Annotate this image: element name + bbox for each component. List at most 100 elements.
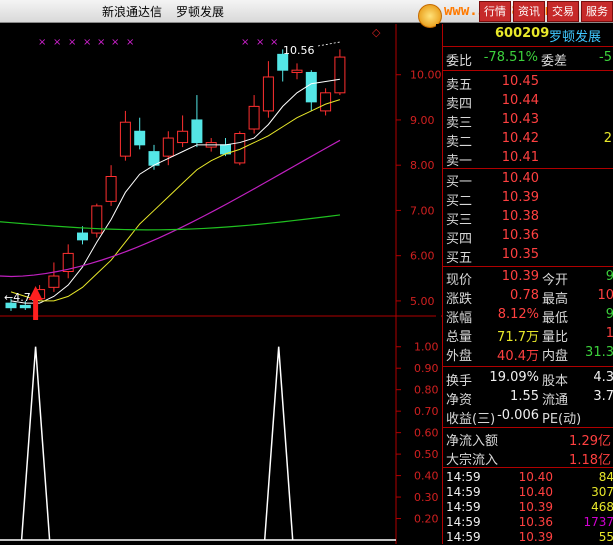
indicator-tick-label: 0.50: [414, 448, 439, 461]
stat-label: 量比: [542, 330, 569, 345]
ask-label: 卖二: [446, 135, 473, 150]
signal-x-marker: ×: [126, 37, 134, 48]
tick-row: 14:59 10.40 84: [443, 470, 613, 485]
service-button[interactable]: 服务: [581, 1, 613, 22]
stat-value: 1: [605, 326, 613, 341]
bid-label: 买二: [446, 194, 473, 209]
tick-price: 10.39: [518, 500, 553, 514]
finance-row: 收益(三) -0.006 PE(动): [443, 408, 613, 427]
stat-label: 涨跌: [446, 292, 473, 307]
candle-up: [291, 69, 303, 73]
stat-value: 9: [605, 269, 613, 284]
finance-label: 流通: [542, 393, 569, 408]
ask-label: 卖三: [446, 116, 473, 131]
ask-row: 卖五 10.45: [443, 74, 613, 93]
stock-name: 罗顿发展: [549, 30, 602, 45]
stat-value: 0.78: [510, 288, 539, 303]
flow-label: 大宗流入: [446, 453, 499, 468]
candle-up: [248, 105, 260, 130]
tick-time: 14:59: [446, 500, 481, 514]
stat-label: 内盘: [542, 349, 569, 364]
flow-row: 净流入额 1.29亿: [443, 430, 613, 449]
stat-value: 10.39: [501, 269, 539, 284]
bid-row: 买五 10.35: [443, 247, 613, 266]
price-tick-label: 7.00: [410, 204, 435, 217]
ma-slow-line: [0, 139, 341, 278]
finance-row: 换手 19.09% 股本 4.3: [443, 370, 613, 389]
signal-x-marker: ×: [53, 37, 61, 48]
tick-row: 14:59 10.40 307: [443, 485, 613, 500]
indicator-tick-label: 0.80: [414, 384, 439, 397]
ask-price: 10.45: [501, 74, 539, 89]
stat-row: 涨跌 0.78 最高 10: [443, 288, 613, 307]
signal-x-marker: ×: [241, 37, 249, 48]
indicator-tick-label: 1.00: [414, 341, 439, 354]
tick-volume: 1737: [583, 515, 613, 529]
signal-x-marker: ×: [97, 37, 105, 48]
candle-down: [191, 119, 203, 144]
ma-long-line: [0, 214, 341, 231]
signal-x-marker: ×: [256, 37, 264, 48]
bid-price: 10.40: [501, 171, 539, 186]
bid-label: 买五: [446, 251, 473, 266]
ask-row: 卖一 10.41: [443, 150, 613, 169]
tick-volume: 307: [591, 485, 613, 499]
flow-row: 大宗流入 1.18亿: [443, 449, 613, 468]
candle-up: [162, 137, 174, 157]
stat-value: 40.4万: [497, 349, 539, 364]
finance-value: 3.7: [593, 389, 613, 404]
stat-row: 外盘 40.4万 内盘 31.3: [443, 345, 613, 364]
tick-row: 14:59 10.36 1737: [443, 515, 613, 530]
stat-row: 现价 10.39 今开 9: [443, 269, 613, 288]
diamond-marker: ◇: [372, 26, 381, 39]
bid-row: 买一 10.40: [443, 171, 613, 190]
candle-up: [320, 92, 332, 112]
ask-price: 10.42: [501, 131, 539, 146]
kline-chart[interactable]: 10.00 9.00 8.00 7.00 6.00 5.00 1.00 0.90 0.80 0.7…: [0, 24, 442, 544]
price-tick-label: 9.00: [410, 114, 435, 127]
quote-panel: 600209 罗顿发展 委比 -78.51% 委差 -5 卖五 10.45 卖四 10…: [442, 24, 613, 544]
finance-value: 19.09%: [489, 370, 539, 385]
stock-title: 罗顿发展: [176, 5, 225, 19]
stat-label: 最低: [542, 311, 569, 326]
stat-label: 现价: [446, 273, 473, 288]
indicator-tick-label: 0.90: [414, 362, 439, 375]
indicator-tick-label: 0.20: [414, 513, 439, 526]
quotes-button[interactable]: 行情: [479, 1, 511, 22]
signal-spike: [20, 346, 51, 541]
finance-label: 股本: [542, 374, 569, 389]
tick-price: 10.36: [518, 515, 553, 529]
ask-volume: 2: [603, 131, 612, 146]
indicator-tick-label: 0.40: [414, 470, 439, 483]
stat-label: 最高: [542, 292, 569, 307]
finance-label: PE(动): [542, 412, 582, 427]
title-bar: 新浪通达信 罗顿发展 www.55188.com 行情 资讯 交易 服务: [0, 0, 613, 28]
panel-gap: [436, 24, 441, 544]
signal-x-marker: ×: [68, 37, 76, 48]
bid-label: 买一: [446, 175, 473, 190]
bid-label: 买三: [446, 213, 473, 228]
tick-price: 10.40: [518, 485, 553, 499]
price-tick-label: 5.00: [410, 295, 435, 308]
stat-label: 今开: [542, 273, 569, 288]
app-title: 新浪通达信: [102, 5, 163, 19]
price-tick-label: 8.00: [410, 159, 435, 172]
ma-fast-line: [10, 78, 340, 304]
candle-down: [77, 232, 88, 241]
candle-up: [105, 176, 117, 202]
candle-down: [134, 130, 146, 146]
finance-value: -0.006: [497, 408, 539, 423]
price-tick-label: 6.00: [410, 250, 435, 263]
tick-time: 14:59: [446, 530, 481, 544]
finance-value: 4.3: [593, 370, 613, 385]
signal-spike: [263, 346, 294, 541]
candle-down: [19, 304, 31, 309]
flow-value: 1.18亿: [569, 453, 611, 468]
ask-row: 卖二 10.42 2: [443, 131, 613, 150]
trade-button[interactable]: 交易: [547, 1, 579, 22]
weicha-label: 委差: [541, 54, 568, 69]
weibi-label: 委比: [446, 54, 473, 69]
flow-value: 1.29亿: [569, 434, 611, 449]
news-button[interactable]: 资讯: [513, 1, 545, 22]
candle-up: [48, 275, 60, 288]
